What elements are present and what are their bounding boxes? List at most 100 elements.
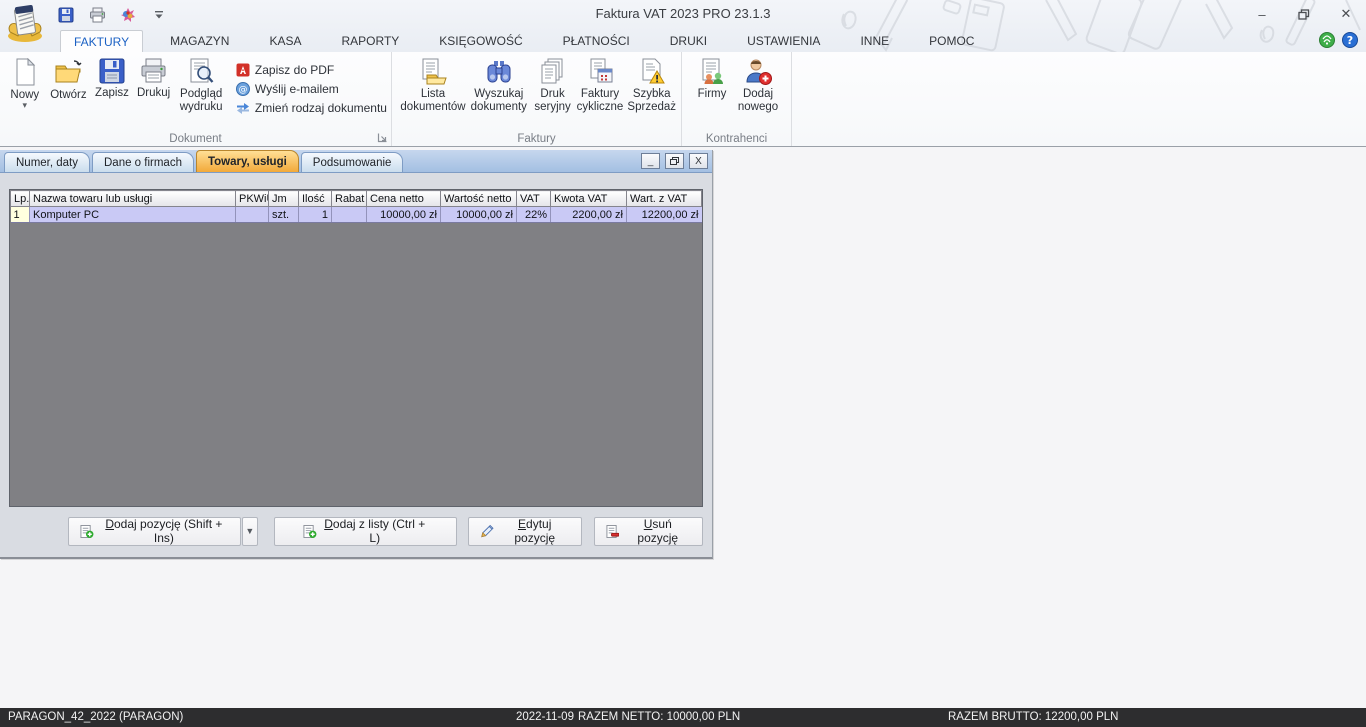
ribbon-tab-raporty[interactable]: RAPORTY [328, 30, 412, 52]
zapisz-button[interactable]: Zapisz [92, 56, 132, 100]
dodaj-z-listy-label: Dodaj z listy (Ctrl + L) [322, 517, 428, 545]
ribbon-tab-ustawienia[interactable]: USTAWIENIA [734, 30, 833, 52]
documents-list-icon [419, 58, 447, 85]
col-cena-netto[interactable]: Cena netto [367, 191, 441, 207]
edytuj-pozycje-button[interactable]: Edytuj pozycję [468, 517, 582, 546]
dodaj-pozycje-dropdown-button[interactable]: ▼ [242, 517, 258, 546]
help-icon[interactable]: ? [1342, 32, 1358, 48]
usun-pozycje-label: Usuń pozycję [624, 517, 691, 545]
col-wartosc-netto[interactable]: Wartość netto [441, 191, 517, 207]
col-vat[interactable]: VAT [517, 191, 551, 207]
dodaj-z-listy-button[interactable]: Dodaj z listy (Ctrl + L) [274, 517, 457, 546]
group-label-faktury: Faktury [392, 133, 681, 145]
pdf-icon [236, 63, 250, 77]
col-jm[interactable]: Jm [269, 191, 299, 207]
firmy-button[interactable]: Firmy [691, 56, 733, 101]
app-logo-icon[interactable] [4, 2, 46, 42]
new-document-icon [12, 58, 38, 86]
mdi-workspace: Numer, daty Dane o firmach Towary, usług… [0, 148, 1366, 708]
svg-text:?: ? [1347, 34, 1353, 47]
dodaj-pozycje-label: Dodaj pozycję (Shift + Ins) [99, 517, 229, 545]
swap-arrows-icon [236, 101, 250, 115]
tab-towary-uslugi[interactable]: Towary, usługi [196, 150, 299, 172]
nowy-button[interactable]: Nowy ▾ [5, 56, 45, 108]
ribbon-tab-pomoc[interactable]: POMOC [916, 30, 987, 52]
lista-dokumentow-button[interactable]: Lista dokumentów [401, 56, 465, 114]
druk-seryjny-button[interactable]: Druk seryjny [533, 56, 573, 114]
zapisz-do-pdf-label: Zapisz do PDF [255, 63, 334, 77]
col-kwota-vat[interactable]: Kwota VAT [551, 191, 627, 207]
ribbon-tab-druki[interactable]: DRUKI [657, 30, 720, 52]
edytuj-pozycje-label: Edytuj pozycję [499, 517, 571, 545]
chevron-down-icon: ▼ [245, 526, 254, 536]
doc-restore-button[interactable] [665, 153, 684, 169]
tab-dane-o-firmach[interactable]: Dane o firmach [92, 152, 194, 172]
zapisz-do-pdf-button[interactable]: Zapisz do PDF [236, 63, 387, 77]
zmien-rodzaj-dokumentu-button[interactable]: Zmień rodzaj dokumentu [236, 101, 387, 115]
ribbon-tab-ksiegowosc[interactable]: KSIĘGOWOŚĆ [426, 30, 535, 52]
usun-pozycje-button[interactable]: Usuń pozycję [594, 517, 703, 546]
otworz-button[interactable]: Otwórz [47, 56, 91, 102]
ribbon-group-kontrahenci: Firmy Dodaj nowego Kontrahenci [682, 52, 792, 146]
zmien-rodzaj-dokumentu-label: Zmień rodzaj dokumentu [255, 101, 387, 115]
drukuj-button[interactable]: Drukuj [134, 56, 174, 100]
col-pkwiu[interactable]: PKWiU [236, 191, 269, 207]
document-tab-bar: Numer, daty Dane o firmach Towary, usług… [0, 150, 712, 173]
wyslij-emailem-button[interactable]: @ Wyślij e-mailem [236, 82, 387, 96]
druk-seryjny-label: Druk seryjny [533, 88, 573, 114]
companies-icon [699, 58, 726, 85]
szybka-sprzedaz-button[interactable]: Szybka Sprzedaż [627, 56, 676, 114]
col-nazwa[interactable]: Nazwa towaru lub usługi [30, 191, 236, 207]
nowy-dropdown-arrow[interactable]: ▾ [23, 102, 28, 108]
podglad-wydruku-label: Podgląd wydruku [175, 88, 227, 114]
wyszukaj-dokumenty-button[interactable]: Wyszukaj dokumenty [467, 56, 531, 114]
dodaj-pozycje-button[interactable]: Dodaj pozycję (Shift + Ins) [68, 517, 241, 546]
items-table-container[interactable]: Lp. Nazwa towaru lub usługi PKWiU Jm Ilo… [9, 189, 703, 507]
ribbon-tab-platnosci[interactable]: PŁATNOŚCI [550, 30, 643, 52]
status-bar: PARAGON_42_2022 (PARAGON) 2022-11-09 RAZ… [0, 708, 1366, 727]
ribbon-tab-bar: FAKTURY MAGAZYN KASA RAPORTY KSIĘGOWOŚĆ … [60, 30, 1001, 52]
firmy-label: Firmy [698, 88, 727, 101]
ribbon-tab-kasa[interactable]: KASA [256, 30, 314, 52]
col-lp[interactable]: Lp. [11, 191, 30, 207]
ribbon-group-faktury: Lista dokumentów Wyszukaj dokumenty Druk… [392, 52, 682, 146]
ribbon-tab-inne[interactable]: INNE [847, 30, 902, 52]
faktury-cykliczne-label: Faktury cykliczne [575, 88, 626, 114]
add-from-list-icon [303, 524, 317, 539]
doc-minimize-button[interactable]: _ [641, 153, 660, 169]
document-window: Numer, daty Dane o firmach Towary, usług… [0, 150, 713, 559]
status-document-name: PARAGON_42_2022 (PARAGON) [8, 711, 183, 723]
save-floppy-icon [99, 58, 125, 84]
table-header-row: Lp. Nazwa towaru lub usługi PKWiU Jm Ilo… [11, 191, 702, 207]
restore-icon [1298, 9, 1310, 20]
dodaj-nowego-button[interactable]: Dodaj nowego [735, 56, 781, 114]
col-ilosc[interactable]: Ilość [299, 191, 332, 207]
titlebar: Faktura VAT 2023 PRO 23.1.3 – ✕ [0, 0, 1366, 30]
tab-podsumowanie[interactable]: Podsumowanie [301, 152, 404, 172]
table-row[interactable]: 1 Komputer PC szt. 1 10000,00 zł 10000,0… [11, 207, 702, 223]
quick-sale-warning-icon [638, 58, 666, 85]
titlebar-mini-icons: ? [1319, 32, 1358, 48]
col-wart-z-vat[interactable]: Wart. z VAT [627, 191, 702, 207]
cell-kwota-vat: 2200,00 zł [551, 207, 627, 223]
restore-icon [670, 157, 680, 166]
ribbon-tab-faktury[interactable]: FAKTURY [60, 30, 143, 52]
col-rabat[interactable]: Rabat [332, 191, 367, 207]
maximize-button[interactable] [1290, 4, 1318, 24]
window-title: Faktura VAT 2023 PRO 23.1.3 [0, 6, 1366, 21]
online-status-icon[interactable] [1319, 32, 1335, 48]
minimize-button[interactable]: – [1248, 4, 1276, 24]
doc-close-button[interactable]: X [689, 153, 708, 169]
ribbon-tab-magazyn[interactable]: MAGAZYN [157, 30, 242, 52]
faktury-cykliczne-button[interactable]: Faktury cykliczne [575, 56, 626, 114]
podglad-wydruku-button[interactable]: Podgląd wydruku [175, 56, 227, 114]
status-total-net: RAZEM NETTO: 10000,00 PLN [578, 711, 740, 723]
zapisz-label: Zapisz [95, 87, 129, 100]
svg-text:@: @ [238, 85, 247, 95]
delete-row-icon [606, 524, 620, 539]
tab-numer-daty[interactable]: Numer, daty [4, 152, 90, 172]
dialog-launcher-icon[interactable] [377, 132, 388, 143]
close-button[interactable]: ✕ [1332, 4, 1360, 24]
window-controls: – ✕ [1248, 4, 1360, 24]
status-total-gross: RAZEM BRUTTO: 12200,00 PLN [948, 711, 1118, 723]
